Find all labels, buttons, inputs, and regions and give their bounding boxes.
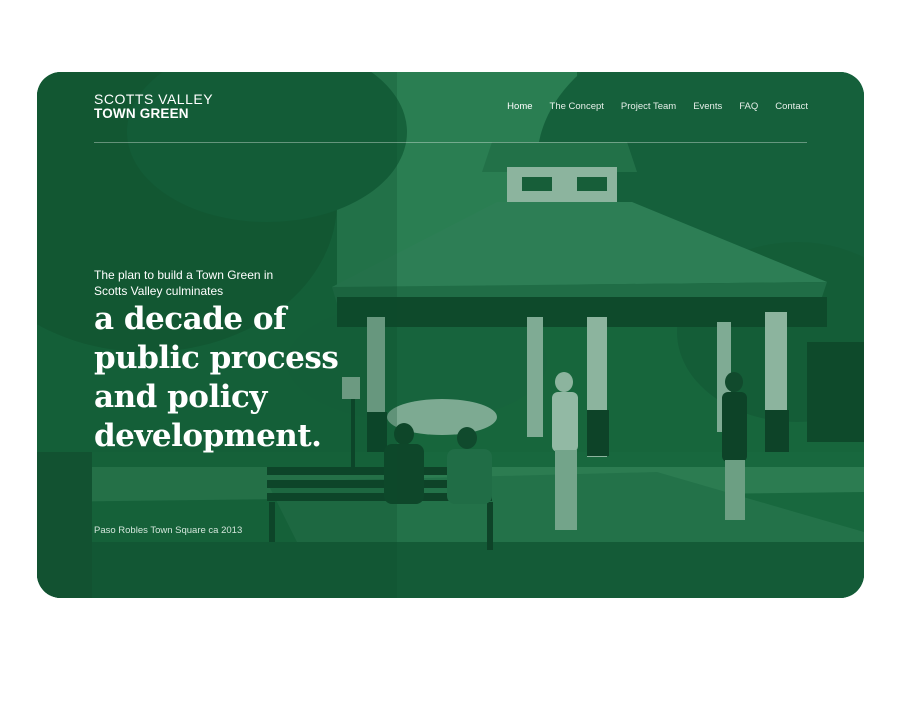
nav-the-concept[interactable]: The Concept bbox=[550, 101, 604, 112]
brand-line2: TOWN GREEN bbox=[94, 106, 189, 121]
nav-project-team[interactable]: Project Team bbox=[621, 101, 676, 112]
nav-events[interactable]: Events bbox=[693, 101, 722, 112]
hero-section: SCOTTS VALLEY TOWN GREEN Home The Concep… bbox=[37, 72, 864, 598]
nav-contact[interactable]: Contact bbox=[775, 101, 808, 112]
photo-caption: Paso Robles Town Square ca 2013 bbox=[94, 525, 243, 536]
page: SCOTTS VALLEY TOWN GREEN Home The Concep… bbox=[0, 0, 900, 709]
header-divider bbox=[94, 142, 807, 143]
hero-headline: a decade of public process and policy de… bbox=[94, 301, 339, 454]
main-nav: Home The Concept Project Team Events FAQ… bbox=[507, 101, 808, 112]
nav-home[interactable]: Home bbox=[507, 101, 532, 112]
hero-intro: The plan to build a Town Green in Scotts… bbox=[94, 268, 274, 298]
site-logo[interactable]: SCOTTS VALLEY TOWN GREEN bbox=[94, 92, 213, 121]
brand-line1: SCOTTS VALLEY bbox=[94, 91, 214, 107]
nav-faq[interactable]: FAQ bbox=[739, 101, 758, 112]
